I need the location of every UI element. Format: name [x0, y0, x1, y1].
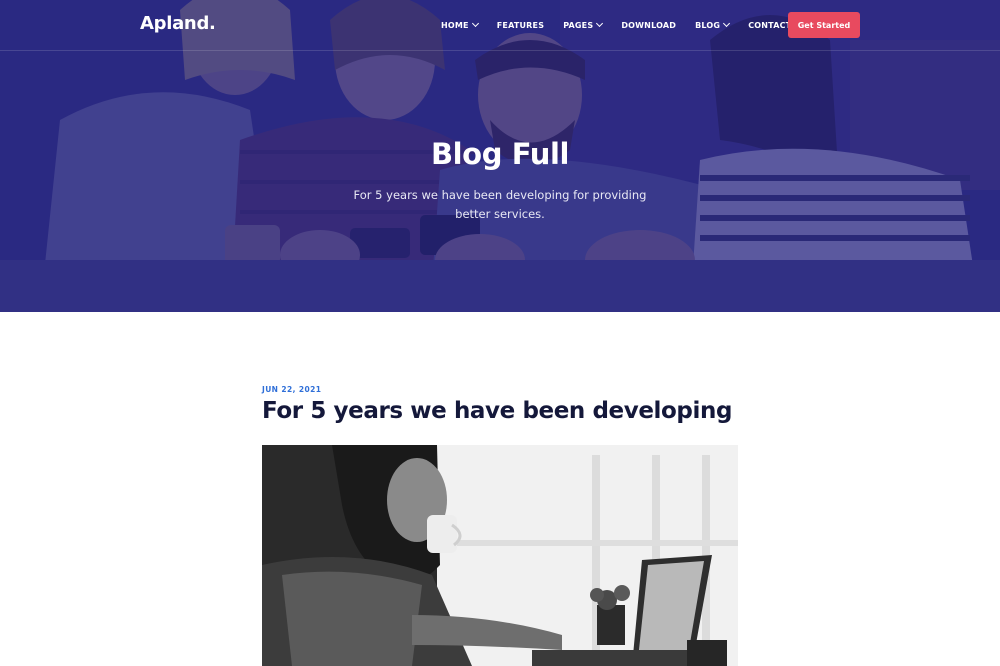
post-title[interactable]: For 5 years we have been developing — [262, 398, 732, 424]
nav-item-blog[interactable]: BLOG — [695, 19, 731, 30]
nav-item-label: FEATURES — [496, 20, 545, 30]
nav-item-label: PAGES — [563, 20, 594, 30]
post-date: JUN 22, 2021 — [262, 385, 322, 394]
nav-item-contact[interactable]: CONTACT — [748, 21, 791, 30]
nav-item-download[interactable]: DOWNLOAD — [621, 21, 676, 30]
main-navigation: HOME FEATURES PAGES DOWNLOAD BLOG CONTAC… — [441, 0, 791, 50]
chevron-down-icon — [596, 19, 604, 28]
nav-item-label: HOME — [441, 20, 469, 30]
nav-item-label: CONTACT — [748, 20, 792, 30]
post-featured-image[interactable] — [262, 445, 738, 666]
site-header: Apland. HOME FEATURES PAGES DOWNLOAD BLO… — [0, 0, 1000, 51]
get-started-button[interactable]: Get Started — [788, 12, 860, 38]
page-subtitle: For 5 years we have been developing for … — [353, 188, 647, 221]
nav-item-label: DOWNLOAD — [621, 20, 677, 30]
nav-item-home[interactable]: HOME — [441, 19, 479, 30]
hero-banner: Apland. HOME FEATURES PAGES DOWNLOAD BLO… — [0, 0, 1000, 312]
nav-item-label: BLOG — [695, 20, 721, 30]
chevron-down-icon — [723, 19, 731, 28]
site-logo[interactable]: Apland. — [140, 13, 216, 34]
page-title: Blog Full — [430, 137, 570, 171]
nav-item-pages[interactable]: PAGES — [563, 19, 604, 30]
chevron-down-icon — [471, 19, 479, 28]
woman-with-laptop-photo — [262, 445, 738, 666]
nav-item-features[interactable]: FEATURES — [497, 21, 544, 30]
